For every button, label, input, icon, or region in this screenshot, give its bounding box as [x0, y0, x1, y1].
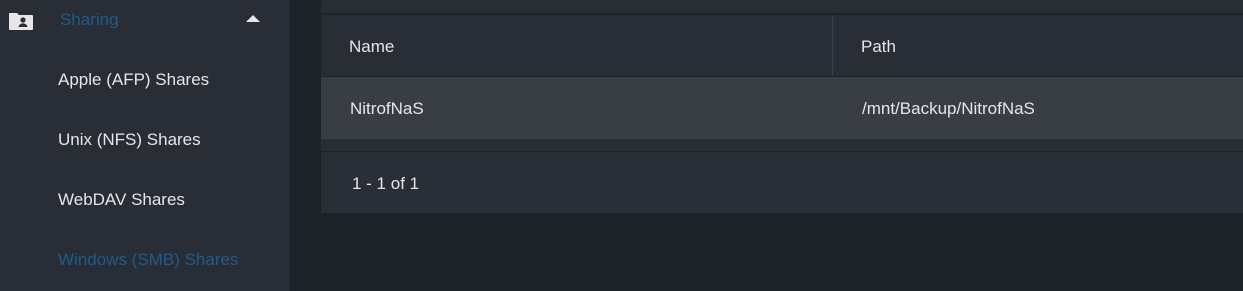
sidebar-item-smb-shares[interactable]: Windows (SMB) Shares	[58, 250, 238, 270]
sidebar-item-afp-shares[interactable]: Apple (AFP) Shares	[58, 70, 209, 90]
pagination-range: 1 - 1 of 1	[352, 174, 420, 193]
sidebar-section-label: Sharing	[60, 10, 119, 29]
column-divider[interactable]	[832, 15, 833, 75]
sidebar-item-nfs-shares[interactable]: Unix (NFS) Shares	[58, 130, 201, 150]
main-content: Name Path NitrofNaS /mnt/Backup/NitrofNa…	[290, 0, 1243, 291]
toolbar-strip	[321, 0, 1243, 13]
cell-name: NitrofNaS	[350, 99, 424, 118]
app-root: Sharing Apple (AFP) Shares Unix (NFS) Sh…	[0, 0, 1243, 291]
column-header-path[interactable]: Path	[861, 37, 896, 57]
table-row[interactable]: NitrofNaS /mnt/Backup/NitrofNaS	[321, 77, 1243, 139]
cell-path: /mnt/Backup/NitrofNaS	[862, 99, 1035, 118]
caret-up-icon[interactable]	[246, 15, 260, 22]
sidebar-item-webdav-shares[interactable]: WebDAV Shares	[58, 190, 185, 210]
table-pagination: 1 - 1 of 1	[321, 152, 1243, 213]
shares-table: Name Path NitrofNaS /mnt/Backup/NitrofNa…	[321, 15, 1243, 213]
sidebar-section-sharing[interactable]: Sharing	[0, 0, 290, 42]
sidebar: Sharing Apple (AFP) Shares Unix (NFS) Sh…	[0, 0, 290, 291]
column-header-name[interactable]: Name	[349, 37, 394, 57]
folder-shared-icon	[9, 13, 33, 30]
table-header: Name Path	[321, 15, 1243, 76]
